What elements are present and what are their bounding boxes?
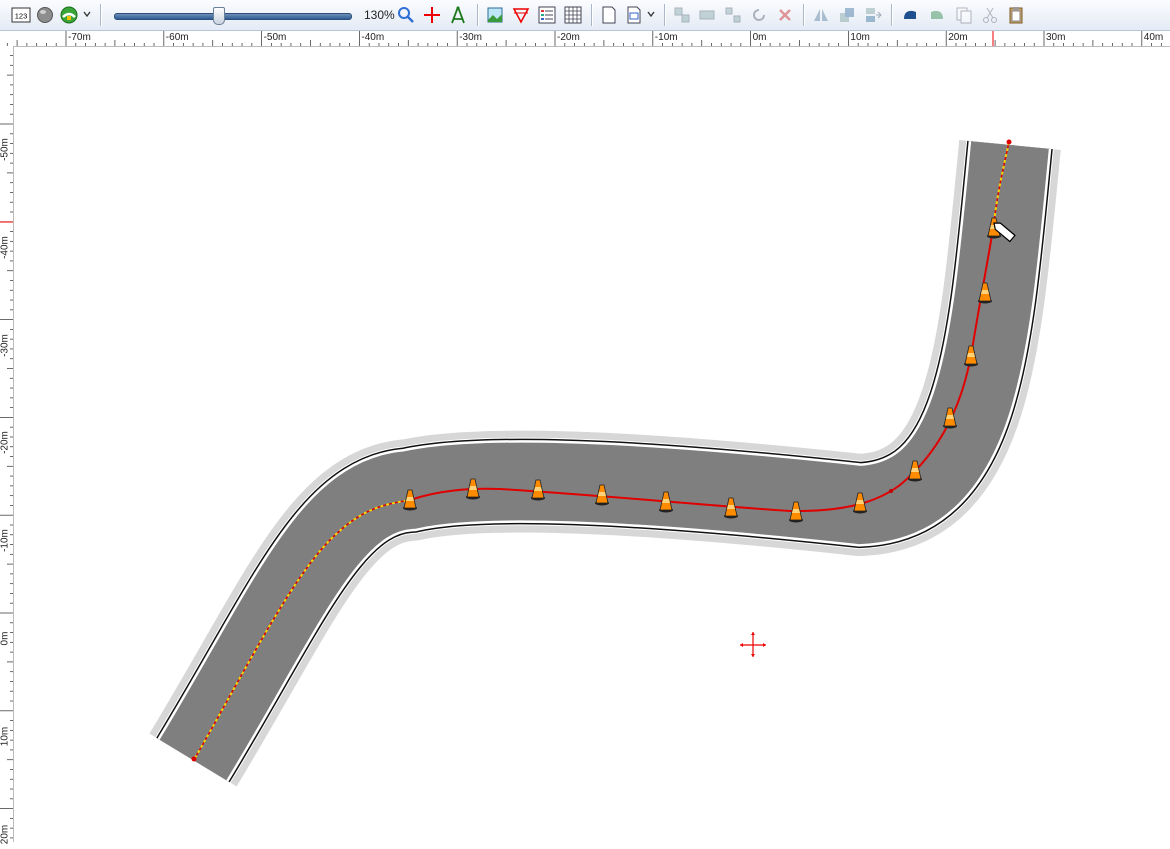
toolbar-separator — [891, 4, 893, 26]
mirror-icon[interactable] — [811, 5, 831, 25]
rotate-icon[interactable] — [749, 5, 769, 25]
ruler-label: -70m — [68, 32, 91, 43]
horizontal-ruler: -70m -60m -50m -40m -30m -20m -10m 0m 10m 20m 30m 4… — [0, 31, 1170, 47]
copy-icon[interactable] — [954, 5, 974, 25]
road-layer-icon[interactable] — [59, 5, 79, 25]
ruler-label: -60m — [165, 32, 189, 43]
zoom-magnifier-icon[interactable] — [396, 5, 416, 25]
ruler-label: 20m — [0, 824, 11, 844]
ruler-label: -50m — [0, 138, 11, 161]
new-document-icon[interactable] — [599, 5, 619, 25]
ruler-label: 40m — [1143, 32, 1164, 43]
ruler-label: -40m — [0, 235, 11, 259]
route-start-point[interactable] — [191, 756, 197, 762]
toolbar-separator — [664, 4, 666, 26]
ruler-label: -40m — [361, 32, 385, 43]
group-objects-icon[interactable] — [672, 5, 692, 25]
ruler-label: -20m — [557, 32, 580, 43]
undo-icon[interactable] — [900, 5, 920, 25]
ruler-label: -30m — [0, 333, 11, 357]
drawing-canvas[interactable] — [14, 47, 1170, 842]
list-properties-icon[interactable] — [537, 5, 557, 25]
road[interactable] — [149, 140, 1061, 787]
crosshair-icon — [740, 632, 766, 657]
ruler-label: 20m — [948, 32, 968, 43]
toolbar: 123 130% — [0, 0, 1170, 31]
ruler-label: 10m — [0, 726, 11, 747]
chevron-down-icon[interactable] — [646, 7, 656, 21]
ruler-label: -10m — [654, 32, 678, 43]
delete-icon[interactable] — [775, 5, 795, 25]
route-end-point[interactable] — [1006, 139, 1012, 145]
center-view-icon[interactable] — [422, 5, 442, 25]
bring-front-icon[interactable] — [837, 5, 857, 25]
chevron-down-icon[interactable] — [82, 7, 92, 21]
zoom-slider-track[interactable] — [114, 13, 352, 20]
ruler-label: -30m — [459, 32, 482, 43]
picture-icon[interactable] — [485, 5, 505, 25]
page-setup-icon[interactable] — [624, 5, 644, 25]
redo-icon[interactable] — [927, 5, 947, 25]
ruler-label: 0m — [0, 631, 11, 646]
ruler-label: 30m — [1046, 32, 1066, 43]
ruler-label: -50m — [263, 32, 287, 43]
route-node[interactable] — [889, 489, 893, 493]
ruler-label: 0m — [752, 32, 767, 43]
toolbar-separator — [803, 4, 805, 26]
paste-icon[interactable] — [1006, 5, 1026, 25]
distribute-objects-icon[interactable] — [723, 5, 743, 25]
vertical-ruler: -50m -40m -30m -20m -10m 0m 10m 20m — [0, 46, 14, 844]
grid-table-icon[interactable] — [563, 5, 583, 25]
globe-icon[interactable] — [35, 5, 55, 25]
compass-icon[interactable] — [448, 5, 468, 25]
toolbar-separator — [591, 4, 593, 26]
zoom-slider[interactable] — [112, 7, 352, 25]
ruler-label: 10m — [850, 32, 870, 43]
zoom-level-label: 130% — [364, 8, 395, 22]
toolbar-separator — [477, 4, 479, 26]
number-format-icon[interactable]: 123 — [11, 5, 31, 25]
ruler-label: -10m — [0, 529, 11, 553]
align-objects-icon[interactable] — [697, 5, 717, 25]
cut-icon[interactable] — [980, 5, 1000, 25]
zoom-slider-thumb[interactable] — [213, 7, 225, 25]
toolbar-separator — [100, 4, 102, 26]
vector-triangle-icon[interactable] — [511, 5, 531, 25]
move-layer-icon[interactable] — [863, 5, 883, 25]
svg-text:123: 123 — [15, 12, 28, 21]
ruler-label: -20m — [0, 431, 11, 455]
